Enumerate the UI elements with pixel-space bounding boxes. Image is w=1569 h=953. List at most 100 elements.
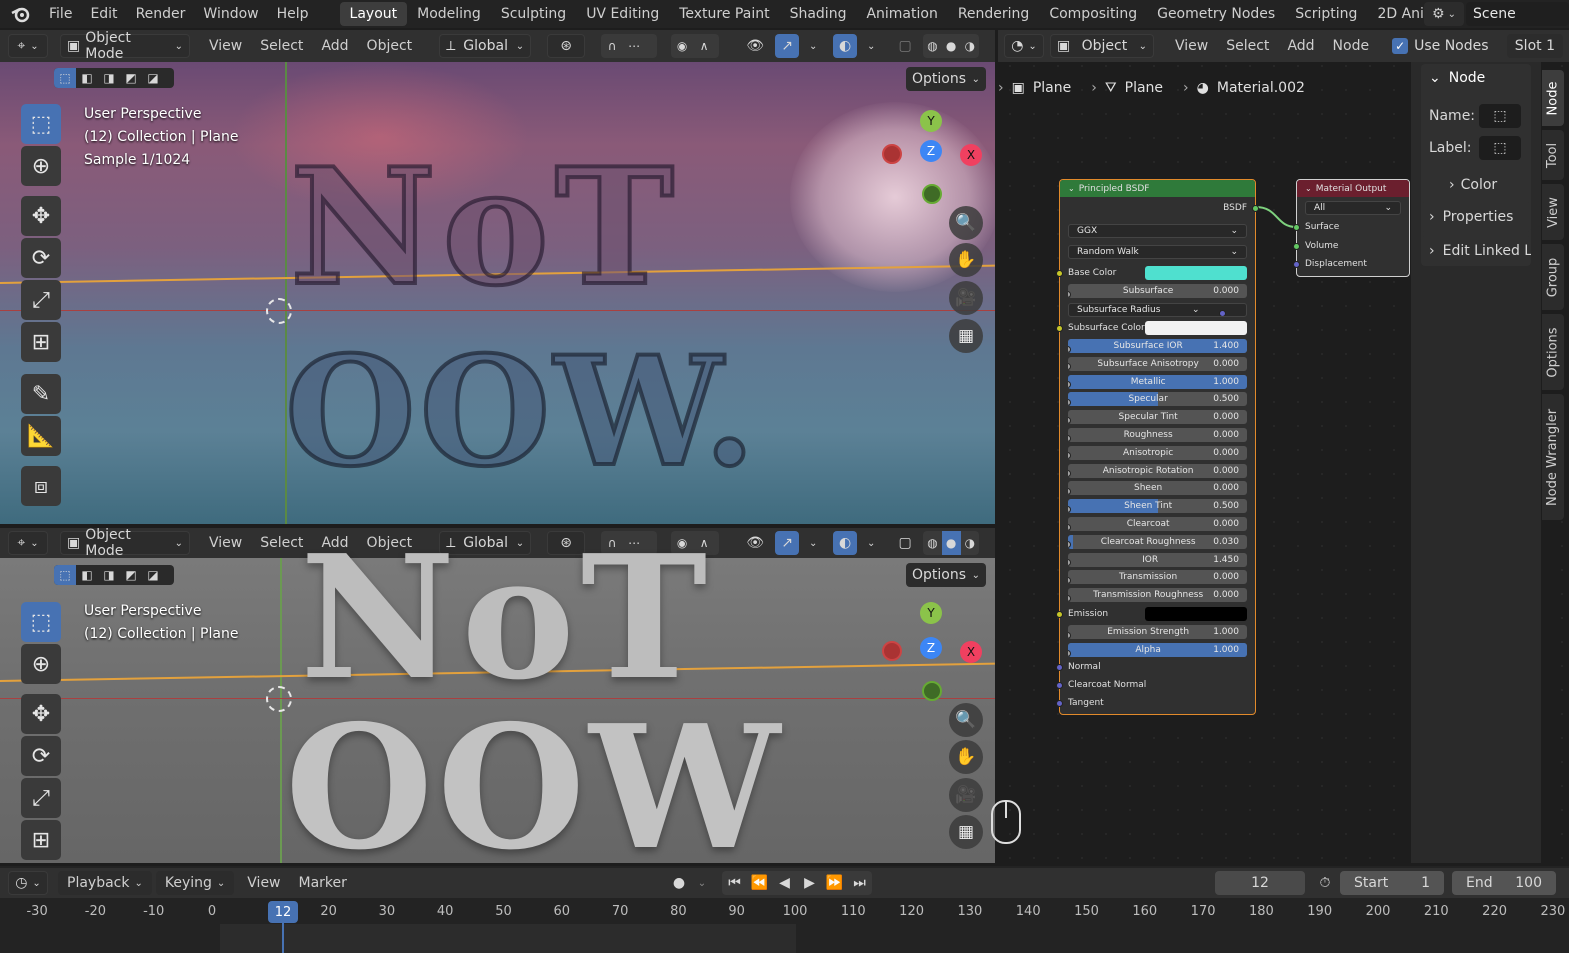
tab-tool[interactable]: Tool [1542, 130, 1564, 180]
field-clearcoat-roughness[interactable]: Clearcoat Roughness 0.030 [1068, 534, 1247, 549]
color-subpanel[interactable]: › Color [1449, 177, 1497, 193]
editor-type-dropdown[interactable]: ⌖ ⌄ [8, 531, 48, 555]
snap-group[interactable]: ∩ ⋯ [601, 34, 658, 58]
gizmo-y-axis[interactable]: Y [920, 110, 942, 132]
pan-hand-icon[interactable]: ✋ [949, 243, 983, 277]
scene-type-dropdown[interactable]: ⚙ ⌄ [1424, 2, 1464, 26]
gizmo-neg-y[interactable] [922, 184, 942, 204]
target-dropdown[interactable]: All ⌄ [1305, 201, 1401, 215]
3d-cursor[interactable] [266, 298, 292, 324]
menu-marker[interactable]: Marker [290, 871, 356, 895]
measure-tool-icon[interactable]: 📐 [21, 416, 61, 456]
normal-socket[interactable] [1056, 663, 1063, 671]
viewport-rendered[interactable]: ⌖ ⌄ ▣ Object Mode ⌄ View Select Add Object ⟂ Gl… [0, 30, 995, 524]
perspective-grid-icon[interactable]: ▦ [949, 319, 983, 353]
menu-add[interactable]: Add [312, 34, 357, 58]
input-socket[interactable] [1068, 434, 1071, 442]
select-subtract-icon[interactable]: ◨ [98, 565, 120, 585]
select-extend-icon[interactable]: ◧ [76, 68, 98, 88]
properties-panel[interactable]: › Properties [1421, 202, 1531, 232]
solid-shading-icon[interactable]: ● [941, 531, 961, 555]
rotate-tool-icon[interactable]: ⟳ [21, 238, 61, 278]
zoom-icon[interactable]: 🔍 [949, 206, 983, 240]
field-subsurface[interactable]: Subsurface 0.000 [1068, 284, 1247, 298]
field-sheen[interactable]: Sheen 0.000 [1068, 481, 1247, 496]
input-socket[interactable] [1068, 470, 1071, 478]
add-cube-tool-icon[interactable]: ⧈ [21, 466, 61, 506]
input-socket[interactable] [1068, 363, 1071, 371]
menu-window[interactable]: Window [194, 2, 267, 26]
zoom-icon[interactable]: 🔍 [949, 703, 983, 737]
tab-layout[interactable]: Layout [339, 2, 408, 26]
proportional-icon[interactable]: ◉ [671, 34, 693, 58]
end-frame-field[interactable]: End 100 [1452, 871, 1556, 895]
material-shading-icon[interactable]: ◑ [961, 34, 980, 58]
overlay-toggle-icon[interactable]: ◐ [833, 34, 858, 58]
subsurface-color-swatch[interactable] [1145, 321, 1247, 335]
field-subsurface-ior[interactable]: Subsurface IOR 1.400 [1068, 339, 1247, 353]
menu-help[interactable]: Help [268, 2, 318, 26]
gizmo-neg-x[interactable] [882, 144, 902, 164]
options-dropdown[interactable]: Options ⌄ [906, 67, 986, 91]
field-ior[interactable]: IOR 1.450 [1068, 552, 1247, 567]
subsurface-radius-socket[interactable] [1218, 309, 1226, 316]
emission-socket[interactable] [1056, 610, 1063, 618]
tab-rendering[interactable]: Rendering [948, 2, 1040, 26]
tab-geometry-nodes[interactable]: Geometry Nodes [1147, 2, 1285, 26]
field-anisotropic[interactable]: Anisotropic 0.000 [1068, 445, 1247, 460]
mode-dropdown[interactable]: ▣ Object Mode ⌄ [60, 528, 190, 559]
field-sheen-tint[interactable]: Sheen Tint 0.500 [1068, 499, 1247, 514]
wireframe-shading-icon[interactable]: ◍ [923, 531, 942, 555]
scale-tool-icon[interactable]: ⤢ [21, 778, 61, 818]
field-transmission[interactable]: Transmission 0.000 [1068, 570, 1247, 585]
tab-animation[interactable]: Animation [856, 2, 947, 26]
pivot-dropdown[interactable]: ⊛ [547, 34, 586, 58]
displacement-socket[interactable] [1293, 260, 1300, 268]
surface-socket[interactable] [1293, 223, 1300, 231]
tab-compositing[interactable]: Compositing [1039, 2, 1147, 26]
tab-scripting[interactable]: Scripting [1285, 2, 1367, 26]
alpha-field[interactable]: Alpha 1.000 [1068, 643, 1247, 657]
jump-end-icon[interactable]: ⏭ [847, 875, 872, 891]
xray-icon[interactable]: ▢ [893, 38, 917, 54]
node-header[interactable]: ⌄ Principled BSDF [1060, 180, 1255, 197]
editor-type-dropdown[interactable]: ◷ ⌄ [8, 871, 48, 895]
camera-icon[interactable]: 🎥 [949, 778, 983, 812]
current-frame-field[interactable]: 12 [1215, 871, 1305, 895]
scale-tool-icon[interactable]: ⤢ [21, 280, 61, 320]
emission-color-swatch[interactable] [1145, 607, 1247, 621]
magnet-icon[interactable]: ∩ [601, 34, 623, 58]
field-transmission-roughness[interactable]: Transmission Roughness 0.000 [1068, 588, 1247, 603]
tab-texture-paint[interactable]: Texture Paint [669, 2, 779, 26]
gizmo-toggle-icon[interactable]: ↗ [775, 34, 800, 58]
scene-name-field[interactable]: Scene [1466, 2, 1569, 26]
tab-view[interactable]: View [1542, 184, 1564, 240]
gizmo-toggle-icon[interactable]: ↗ [775, 531, 800, 555]
subsurface-color-socket[interactable] [1056, 324, 1063, 332]
viewport-solid[interactable]: ⌖ ⌄ ▣ Object Mode ⌄ View Select Add Object ⟂ Gl… [0, 528, 995, 863]
collapse-icon[interactable]: ⌄ [1305, 184, 1312, 193]
base-color-socket[interactable] [1056, 269, 1063, 277]
mode-dropdown[interactable]: ▣ Object Mode ⌄ [60, 30, 190, 62]
select-invert-icon[interactable]: ◩ [120, 68, 142, 88]
input-socket[interactable] [1068, 576, 1071, 584]
visibility-icon[interactable]: 👁 [741, 34, 769, 58]
menu-playback[interactable]: Playback ⌄ [58, 871, 152, 895]
input-socket[interactable] [1068, 487, 1071, 495]
select-intersect-icon[interactable]: ◪ [142, 68, 164, 88]
blender-logo-icon[interactable] [0, 0, 40, 28]
cursor-tool-icon[interactable]: ⊕ [21, 644, 61, 684]
input-socket[interactable] [1068, 416, 1071, 424]
jump-start-icon[interactable]: ⏮ [722, 875, 747, 891]
menu-render[interactable]: Render [127, 2, 195, 26]
pan-hand-icon[interactable]: ✋ [949, 740, 983, 774]
select-extend-icon[interactable]: ◧ [76, 565, 98, 585]
gizmo-neg-y[interactable] [922, 681, 942, 701]
annotate-tool-icon[interactable]: ✎ [21, 374, 61, 414]
field-subsurface-anisotropy[interactable]: Subsurface Anisotropy 0.000 [1068, 356, 1247, 371]
material-shading-icon[interactable]: ◑ [961, 531, 980, 555]
shading-group[interactable]: ◍ ● ◑ [923, 34, 980, 58]
jump-keyframe-forward-icon[interactable]: ⏩ [822, 875, 847, 891]
falloff-icon[interactable]: ∧ [693, 34, 715, 58]
tab-group[interactable]: Group [1542, 244, 1564, 310]
